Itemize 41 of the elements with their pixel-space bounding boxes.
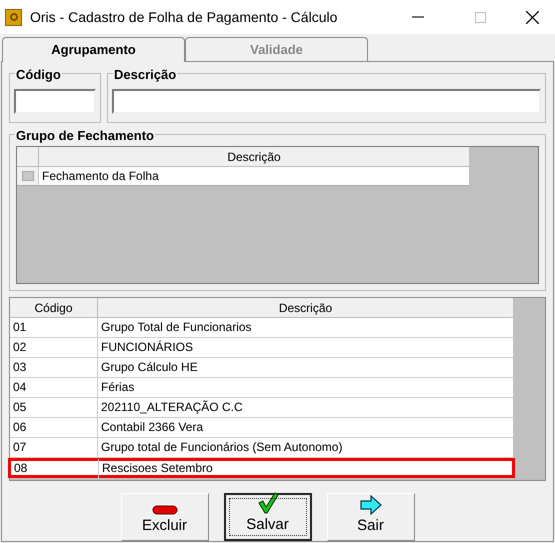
table-cell-text: Grupo total de Funcionários (Sem Autonomo) xyxy=(100,439,344,456)
table-cell: 04 xyxy=(10,378,98,397)
input-field[interactable] xyxy=(112,89,541,114)
table-cell-text: Fechamento da Folha xyxy=(41,168,160,185)
input-field[interactable] xyxy=(14,89,96,114)
window-title: Oris - Cadastro de Folha de Pagamento - Cálculo xyxy=(30,8,338,27)
checkmark-icon xyxy=(256,492,278,514)
right-arrow-icon xyxy=(360,494,382,514)
table-row[interactable]: 08 Rescisoes Setembro xyxy=(8,458,515,478)
table-cell-text: Férias xyxy=(100,379,136,396)
table-cell: 08 xyxy=(11,458,99,478)
column-header: Descrição xyxy=(278,300,334,317)
delete-button[interactable]: Excluir xyxy=(120,493,208,541)
table-cell-text: FUNCIONÁRIOS xyxy=(100,339,194,356)
table-row[interactable]: 07 Grupo total de Funcionários (Sem Autonomo) xyxy=(10,438,513,458)
table-cell-text: Contabil 2366 Vera xyxy=(100,419,204,436)
table-row[interactable]: 01 Grupo Total de Funcionarios xyxy=(10,318,513,338)
table-row[interactable]: 06 Contabil 2366 Vera xyxy=(10,418,513,438)
column-header: Código xyxy=(10,298,98,317)
column-header: Descrição xyxy=(226,149,282,166)
table-cell-text: Grupo Cálculo HE xyxy=(100,359,199,376)
table-cell: 06 xyxy=(10,418,98,437)
table-cell: 02 xyxy=(10,338,98,357)
table-cell-text: 202110_ALTERAÇÃO C.C xyxy=(100,399,244,416)
table-cell: 01 xyxy=(10,318,98,337)
save-button[interactable]: Salvar xyxy=(224,493,312,541)
app-icon xyxy=(5,8,22,26)
checkbox[interactable] xyxy=(22,171,34,181)
table-row[interactable]: 05 202110_ALTERAÇÃO C.C xyxy=(10,398,513,418)
minus-icon xyxy=(152,504,178,514)
table-cell: 03 xyxy=(10,358,98,377)
table-row[interactable]: 02 FUNCIONÁRIOS xyxy=(10,338,513,358)
tab[interactable]: Agrupamento xyxy=(2,37,185,62)
table-cell-text: Grupo Total de Funcionarios xyxy=(100,319,253,336)
table-cell-text: Rescisoes Setembro xyxy=(101,460,214,476)
close-icon[interactable] xyxy=(526,10,538,24)
table-cell: 07 xyxy=(10,438,98,457)
table-cell: 05 xyxy=(10,398,98,417)
table-row[interactable]: 03 Grupo Cálculo HE xyxy=(10,358,513,378)
exit-button[interactable]: Sair xyxy=(326,493,414,541)
table-row[interactable]: 04 Férias xyxy=(10,378,513,398)
